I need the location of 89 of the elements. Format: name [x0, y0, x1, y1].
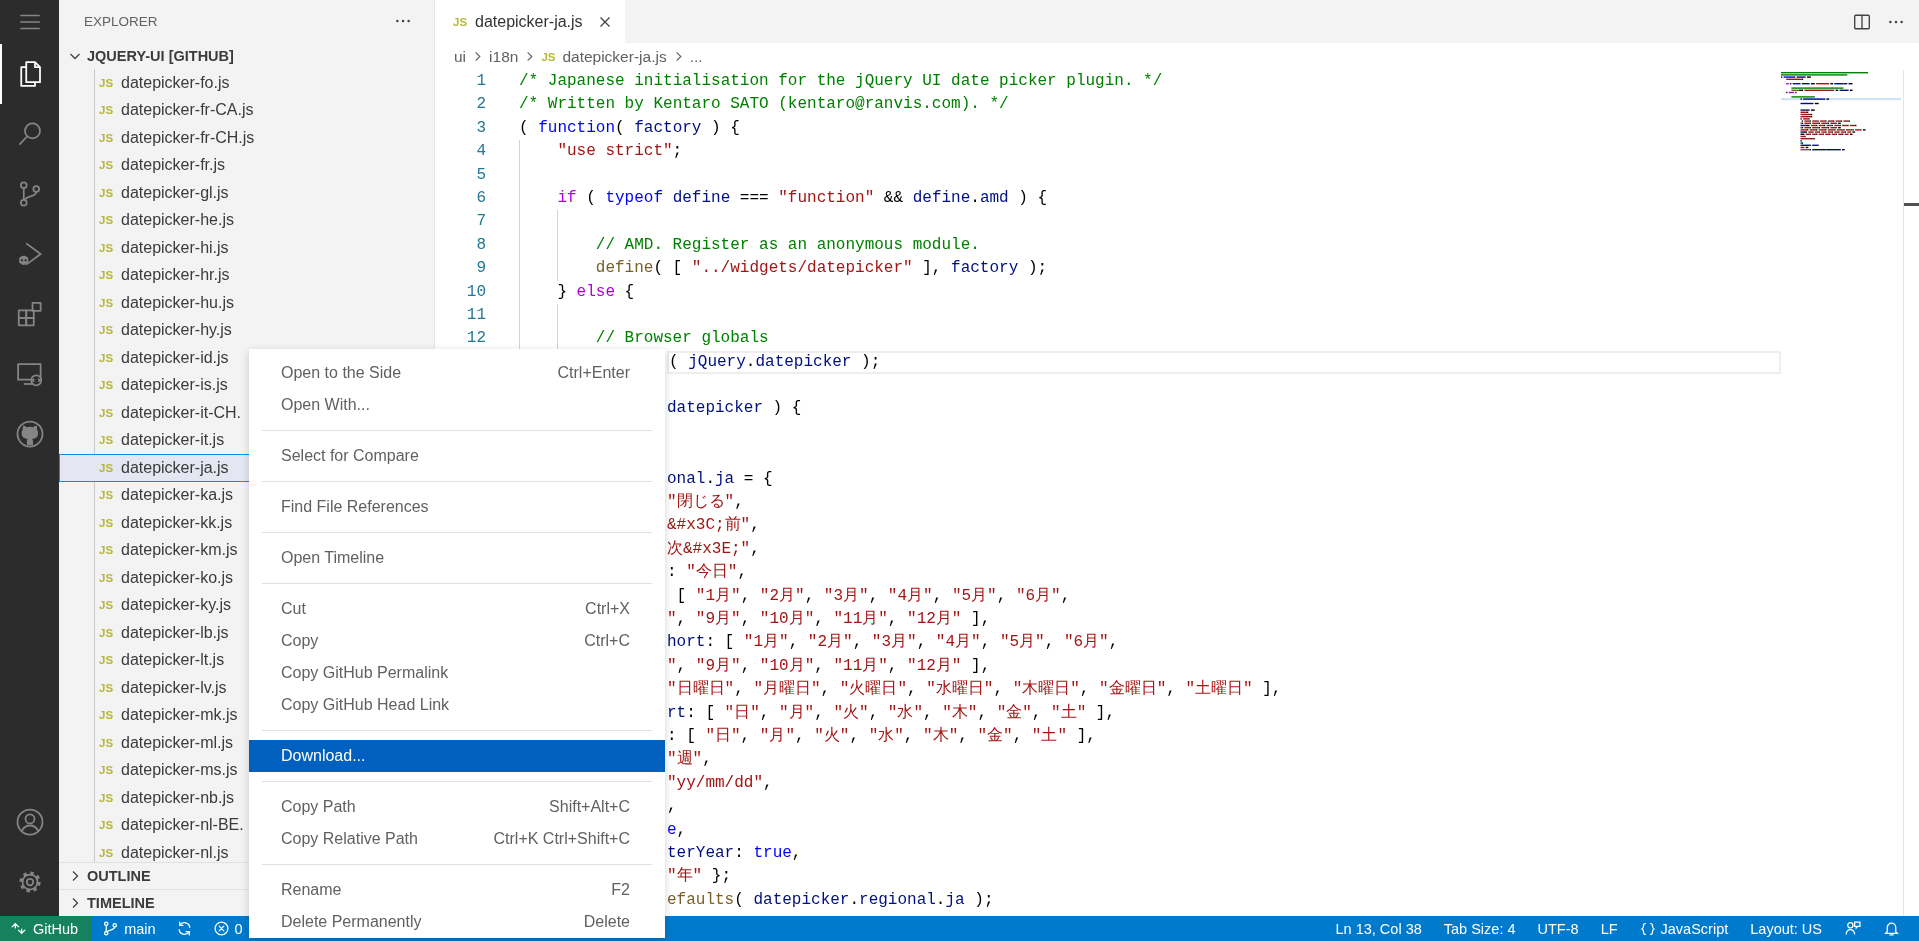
- menu-item[interactable]: Download...: [249, 740, 665, 772]
- code-line: "閉じる",: [667, 492, 745, 514]
- section-header[interactable]: JQUERY-UI [GITHUB]: [59, 42, 434, 69]
- code-line: ,: [667, 796, 678, 818]
- code-line: "yy/mm/dd",: [667, 772, 774, 794]
- file-item[interactable]: JS datepicker-fo.js: [59, 69, 434, 97]
- status-item[interactable]: Layout: US: [1739, 916, 1833, 941]
- file-item[interactable]: JS datepicker-hy.js: [59, 316, 434, 344]
- breadcrumb-item[interactable]: JS datepicker-ja.js: [541, 47, 667, 66]
- code-line: /* Japanese initialisation for the jQuery UI date picker plugin. */: [519, 71, 1164, 92]
- file-item[interactable]: JS datepicker-hr.js: [59, 261, 434, 289]
- code-line: [ "1月", "2月", "3月", "4月", "5月", "6月",: [675, 585, 1072, 607]
- line-number: 3: [475, 117, 487, 139]
- code-line: datepicker ) {: [667, 398, 803, 420]
- line-number: 9: [475, 258, 487, 280]
- indent-guide: [519, 210, 520, 234]
- code-line: e,: [667, 819, 688, 841]
- file-item[interactable]: JS datepicker-hi.js: [59, 234, 434, 262]
- feedback-icon: [1844, 920, 1861, 937]
- line-number: 12: [465, 328, 487, 350]
- code-line: "日曜日", "月曜日", "火曜日", "水曜日", "木曜日", "金曜日", "土曜日" ],: [667, 678, 1283, 701]
- breadcrumb-item[interactable]: i18n: [489, 47, 519, 66]
- status-item[interactable]: UTF-8: [1526, 916, 1590, 941]
- code-line: terYear: true,: [667, 842, 803, 864]
- status-item[interactable]: Tab Size: 4: [1432, 916, 1527, 941]
- indent-guide: [557, 210, 559, 234]
- line-number: 7: [475, 211, 487, 233]
- braces-icon: [1639, 920, 1656, 937]
- menu-item[interactable]: Cut Ctrl+X: [249, 593, 665, 625]
- line-number: 4: [475, 141, 487, 163]
- line-number: 1: [475, 71, 487, 92]
- line-number: 10: [465, 281, 487, 303]
- account-icon: [14, 807, 45, 837]
- code-line: /* Written by Kentaro SATO (kentaro@ranvis.com). */: [519, 94, 1010, 116]
- code-line: : [ "日", "月", "火", "水", "木", "金", "土" ],: [667, 725, 1097, 747]
- code-line: efaults( datepicker.regional.ja );: [667, 889, 995, 911]
- code-line: : "今日",: [667, 562, 748, 584]
- editor-tab[interactable]: JS datepicker-ja.js: [435, 0, 625, 43]
- section-title: JQUERY-UI [GITHUB]: [87, 47, 234, 64]
- code-line: ", "9月", "10月", "11月", "12月" ],: [667, 609, 992, 630]
- line-number: 2: [475, 94, 487, 116]
- file-item[interactable]: JS datepicker-gl.js: [59, 179, 434, 207]
- indent-guide: [519, 303, 520, 328]
- menu-item[interactable]: Open to the Side Ctrl+Enter: [249, 357, 665, 389]
- menu-item[interactable]: Copy GitHub Permalink: [249, 657, 665, 689]
- code-line: &#x3C;前",: [667, 515, 761, 537]
- menu-item[interactable]: Copy Path Shift+Alt+C: [249, 791, 665, 823]
- line-number: 11: [465, 304, 487, 326]
- line-number: 5: [475, 164, 487, 186]
- status-item[interactable]: LF: [1589, 916, 1629, 941]
- code-line: rt: [ "日", "月", "火", "水", "木", "金", "土" ],: [667, 702, 1117, 724]
- menu-item[interactable]: Copy Ctrl+C: [249, 625, 665, 657]
- menu-item[interactable]: Open Timeline: [249, 542, 665, 574]
- cursor-marker: [1904, 203, 1919, 206]
- remote-indicator[interactable]: GitHub: [0, 916, 93, 941]
- file-item[interactable]: JS datepicker-fr.js: [59, 151, 434, 179]
- code-line: "年" };: [667, 866, 732, 888]
- indent-guide: [557, 303, 559, 328]
- error-icon: [212, 920, 230, 937]
- section-title: TIMELINE: [87, 895, 155, 911]
- file-item[interactable]: JS datepicker-fr-CA.js: [59, 96, 434, 124]
- split-editor-icon[interactable]: [1853, 12, 1871, 31]
- code-line: ", "9月", "10月", "11月", "12月" ],: [667, 655, 992, 677]
- breadcrumb-item[interactable]: ...: [689, 47, 703, 66]
- file-item[interactable]: JS datepicker-fr-CH.js: [59, 124, 434, 152]
- status-item[interactable]: Ln 13, Col 38: [1324, 916, 1433, 941]
- breadcrumb-item[interactable]: ui: [454, 47, 467, 66]
- code-line: 次&#x3E;",: [667, 538, 761, 560]
- code-line: hort: [ "1月", "2月", "3月", "4月", "5月", "6月",: [667, 632, 1120, 654]
- line-number: 8: [475, 234, 487, 256]
- menu-item[interactable]: Find File References: [249, 491, 665, 523]
- code-line: "週",: [667, 749, 713, 771]
- branch-indicator[interactable]: main: [92, 916, 166, 941]
- branch-icon: [102, 920, 120, 937]
- menu-item[interactable]: Open With...: [249, 389, 665, 421]
- code-line: ( function( factory ) {: [519, 117, 741, 139]
- code-line: onal.ja = {: [667, 468, 774, 490]
- file-item[interactable]: JS datepicker-hu.js: [59, 289, 434, 317]
- remote-icon: [10, 920, 27, 937]
- language-mode[interactable]: JavaScript: [1628, 916, 1740, 941]
- sidebar-title: EXPLORER: [84, 13, 158, 29]
- bell-icon: [1883, 920, 1900, 937]
- line-number: 6: [475, 187, 487, 209]
- github-icon: [14, 419, 45, 449]
- menu-item[interactable]: Copy Relative Path Ctrl+K Ctrl+Shift+C: [249, 823, 665, 855]
- file-item[interactable]: JS datepicker-he.js: [59, 206, 434, 234]
- section-title: OUTLINE: [87, 868, 151, 884]
- indent-guide: [519, 163, 520, 187]
- menu-item[interactable]: Copy GitHub Head Link: [249, 689, 665, 721]
